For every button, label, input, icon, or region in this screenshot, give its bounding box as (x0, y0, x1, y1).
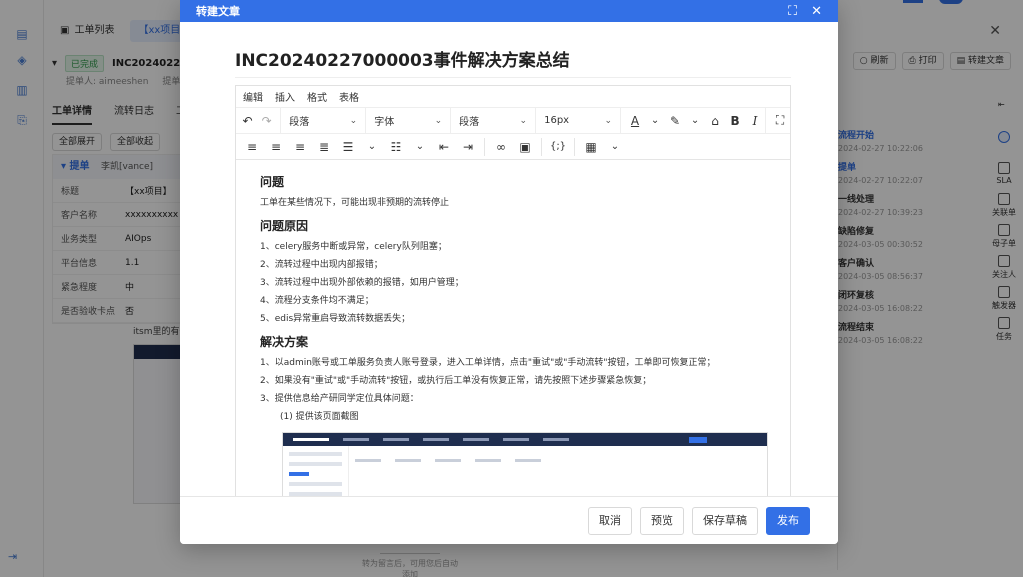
block-format-select[interactable]: 段落 ⌄ (280, 107, 365, 134)
menu-edit[interactable]: 编辑 (243, 89, 263, 104)
select-value: 16px (544, 115, 570, 126)
menu-insert[interactable]: 插入 (275, 89, 295, 104)
chevron-down-icon: ⌄ (604, 115, 613, 126)
bold-icon[interactable]: B (725, 111, 745, 131)
heading-problem: 问题 (260, 175, 285, 189)
chevron-down-icon[interactable]: ⌄ (605, 137, 625, 157)
rich-text-editor: 编辑 插入 格式 表格 ↶ ↷ 段落 ⌄ 字体 ⌄ 段落 ⌄ 16px ⌄ A ⌄ ✎ … (235, 85, 791, 496)
format-painter-icon[interactable]: ⌂ (705, 111, 725, 131)
modal-footer: 取消 预览 保存草稿 发布 (180, 496, 838, 544)
modal-title: 转建文章 (196, 5, 240, 18)
align-right-icon[interactable]: ≡ (290, 137, 310, 157)
text-color-icon[interactable]: A (625, 111, 645, 131)
cause-item: 2、流转过程中出现内部报错； (260, 260, 383, 270)
redo-icon[interactable]: ↷ (257, 111, 276, 131)
preview-button[interactable]: 预览 (640, 506, 684, 535)
paragraph: 工单在某些情况下，可能出现非预期的流转停止 (260, 198, 450, 208)
select-value: 字体 (374, 117, 395, 128)
embedded-screenshot[interactable] (282, 432, 768, 496)
italic-icon[interactable]: I (745, 111, 765, 131)
cause-item: 5、edis异常重启导致流转数据丢失； (260, 314, 411, 324)
menu-format[interactable]: 格式 (307, 89, 327, 104)
chevron-down-icon[interactable]: ⌄ (645, 111, 665, 131)
screenshot-sidebar (283, 446, 349, 496)
heading-solution: 解决方案 (260, 335, 309, 349)
article-title-input[interactable]: INC20240227000003事件解决方案总结 (235, 46, 791, 78)
save-draft-button[interactable]: 保存草稿 (692, 506, 758, 535)
table-icon[interactable]: ▦ (581, 137, 601, 157)
menu-table[interactable]: 表格 (339, 89, 359, 104)
heading-cause: 问题原因 (260, 219, 309, 233)
solution-subitem: (1) 提供该页面截图 (280, 412, 359, 422)
fullscreen-icon[interactable]: ⛶ (770, 111, 790, 131)
convert-article-modal: 转建文章 ⛶ ✕ INC20240227000003事件解决方案总结 编辑 插入… (180, 0, 838, 544)
screenshot-main (355, 451, 767, 469)
chevron-down-icon: ⌄ (434, 115, 443, 126)
cause-item: 1、celery服务中断或异常，celery队列阻塞； (260, 242, 447, 252)
editor-toolbar-1: ↶ ↷ 段落 ⌄ 字体 ⌄ 段落 ⌄ 16px ⌄ A ⌄ ✎ ⌄ ⌂ B I ⛶ (236, 107, 790, 134)
chevron-down-icon[interactable]: ⌄ (410, 137, 430, 157)
numbered-list-icon[interactable]: ☷ (386, 137, 406, 157)
cancel-button[interactable]: 取消 (588, 506, 632, 535)
fullscreen-icon[interactable]: ⛶ (788, 4, 797, 19)
font-size-select[interactable]: 16px ⌄ (535, 107, 620, 134)
undo-icon[interactable]: ↶ (238, 111, 257, 131)
code-icon[interactable]: {;} (548, 137, 568, 157)
modal-header: 转建文章 ⛶ ✕ (180, 0, 838, 22)
chevron-down-icon: ⌄ (349, 115, 358, 126)
chevron-down-icon[interactable]: ⌄ (362, 137, 382, 157)
paragraph-select[interactable]: 段落 ⌄ (450, 107, 535, 134)
editor-toolbar-2: ≡ ≡ ≡ ≣ ☰ ⌄ ☷ ⌄ ⇤ ⇥ ∞ ▣ {;} ▦ ⌄ (236, 134, 790, 160)
select-value: 段落 (289, 117, 310, 128)
toolbar-divider (541, 137, 542, 156)
toolbar-divider (484, 137, 485, 156)
chevron-down-icon[interactable]: ⌄ (685, 111, 705, 131)
solution-item: 1、以admin账号或工单服务负责人账号登录，进入工单详情，点击"重试"或"手动… (260, 358, 716, 368)
image-icon[interactable]: ▣ (515, 137, 535, 157)
cause-item: 3、流转过程中出现外部依赖的报错，如用户管理； (260, 278, 464, 288)
bullet-list-icon[interactable]: ☰ (338, 137, 358, 157)
chevron-down-icon: ⌄ (519, 115, 528, 126)
outdent-icon[interactable]: ⇤ (434, 137, 454, 157)
highlight-icon[interactable]: ✎ (665, 111, 685, 131)
close-icon[interactable]: ✕ (811, 4, 822, 19)
publish-button[interactable]: 发布 (766, 506, 810, 535)
indent-icon[interactable]: ⇥ (458, 137, 478, 157)
cause-item: 4、流程分支条件均不满足； (260, 296, 374, 306)
modal-body: INC20240227000003事件解决方案总结 编辑 插入 格式 表格 ↶ … (180, 22, 838, 496)
justify-icon[interactable]: ≣ (314, 137, 334, 157)
editor-content[interactable]: 问题 工单在某些情况下，可能出现非预期的流转停止 问题原因 1、celery服务… (236, 160, 790, 496)
align-left-icon[interactable]: ≡ (242, 137, 262, 157)
link-icon[interactable]: ∞ (491, 137, 511, 157)
select-value: 段落 (459, 117, 480, 128)
solution-item: 3、提供信息给产研同学定位具体问题： (260, 394, 419, 404)
font-family-select[interactable]: 字体 ⌄ (365, 107, 450, 134)
screenshot-nav (283, 433, 767, 446)
solution-item: 2、如果没有"重试"或"手动流转"按钮，或执行后工单没有恢复正常，请先按照下述步… (260, 376, 652, 386)
toolbar-divider (574, 137, 575, 156)
editor-menubar: 编辑 插入 格式 表格 (236, 86, 790, 108)
align-center-icon[interactable]: ≡ (266, 137, 286, 157)
